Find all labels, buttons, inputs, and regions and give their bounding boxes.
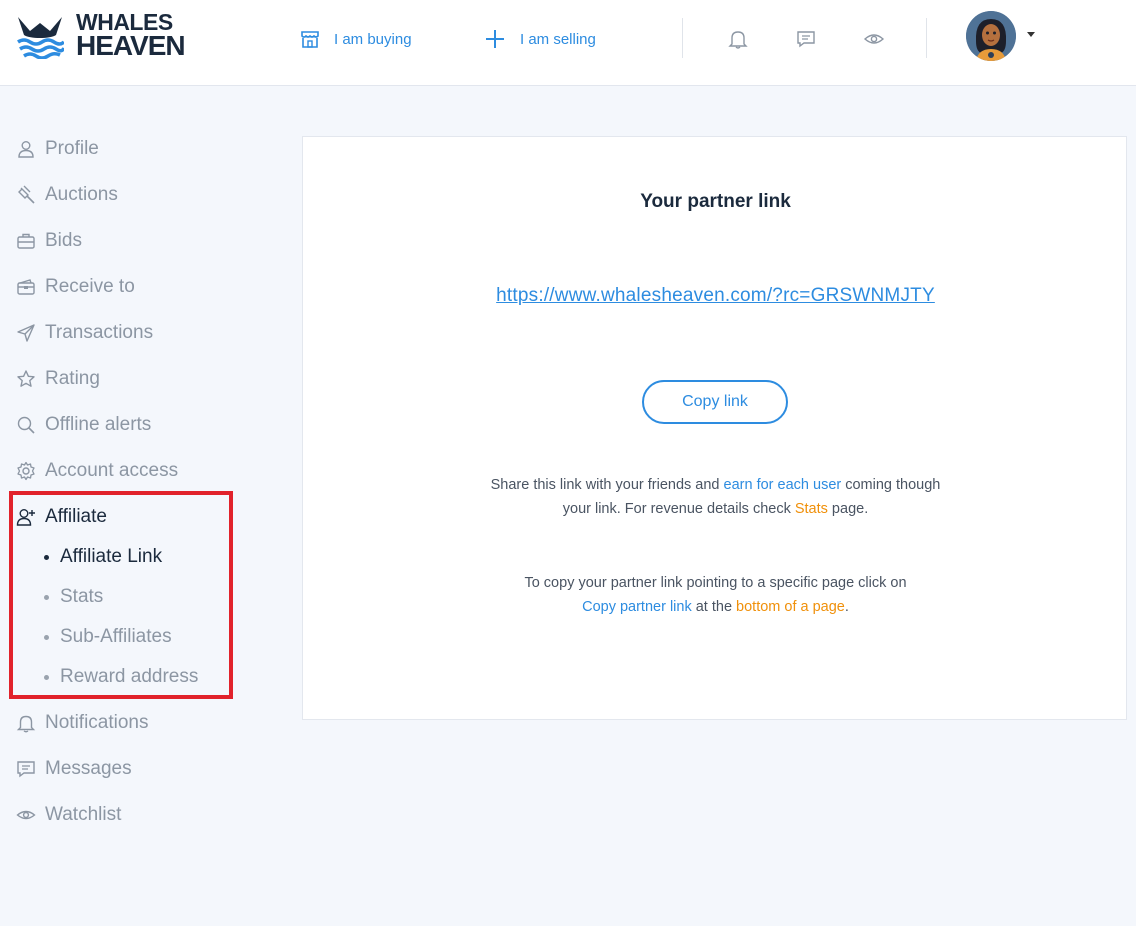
whale-logo-icon <box>17 16 64 59</box>
header-divider <box>682 18 683 58</box>
paper-plane-icon <box>17 324 35 342</box>
chat-icon[interactable] <box>795 28 817 50</box>
sidebar-item-auctions[interactable]: Auctions <box>16 180 118 210</box>
info-text: . <box>844 599 849 615</box>
affiliate-highlight-box <box>9 491 233 699</box>
i-am-buying-button[interactable]: I am buying <box>300 24 412 54</box>
partner-link[interactable]: https://www.whalesheaven.com/?rc=GRSWNMJ… <box>496 285 935 306</box>
sidebar-item-label: Notifications <box>45 712 149 733</box>
copy-partner-link-link[interactable]: Copy partner link <box>582 599 692 615</box>
partner-link-card: Your partner link https://www.whalesheav… <box>302 136 1127 720</box>
info-text: Share this link with your friends and <box>490 477 724 493</box>
top-header: WHALES HEAVEN I am buying I am selling <box>0 0 1136 86</box>
sidebar-item-messages[interactable]: Messages <box>16 754 132 784</box>
search-icon <box>17 416 35 434</box>
info-text: your link. For revenue details check <box>562 501 795 517</box>
gear-icon <box>17 461 35 481</box>
briefcase-icon <box>17 233 35 249</box>
sidebar-item-label: Watchlist <box>45 804 122 825</box>
bell-icon <box>16 715 36 733</box>
logo-text: WHALES HEAVEN <box>76 11 186 61</box>
sidebar-item-label: Rating <box>45 368 100 389</box>
sidebar-item-notifications[interactable]: Notifications <box>16 708 149 738</box>
user-avatar[interactable] <box>966 11 1016 61</box>
sidebar-item-label: Transactions <box>45 322 154 343</box>
plus-icon <box>486 30 504 48</box>
buy-label: I am buying <box>334 30 412 48</box>
i-am-selling-button[interactable]: I am selling <box>484 24 596 54</box>
gavel-icon <box>18 185 35 204</box>
stats-link[interactable]: Stats <box>795 501 828 517</box>
sidebar-item-profile[interactable]: Profile <box>16 134 99 164</box>
chat-icon <box>17 761 35 778</box>
wallet-icon <box>17 279 35 295</box>
logo[interactable]: WHALES HEAVEN <box>16 11 186 61</box>
bell-icon[interactable] <box>727 28 749 50</box>
page-title: Your partner link <box>640 191 791 212</box>
sidebar-item-label: Auctions <box>45 184 118 205</box>
sidebar-item-bids[interactable]: Bids <box>16 226 82 256</box>
sidebar-item-account-access[interactable]: Account access <box>16 456 178 486</box>
sidebar-item-receive-to[interactable]: Receive to <box>16 272 135 302</box>
partner-link-row: https://www.whalesheaven.com/?rc=GRSWNMJ… <box>303 285 1128 307</box>
sidebar-item-watchlist[interactable]: Watchlist <box>16 800 121 830</box>
user-icon <box>18 141 34 158</box>
earn-for-each-user-link[interactable]: earn for each user <box>724 477 842 493</box>
sidebar-item-label: Messages <box>45 758 132 779</box>
eye-icon[interactable] <box>863 28 885 50</box>
copy-link-button[interactable]: Copy link <box>642 380 788 424</box>
sidebar-item-transactions[interactable]: Transactions <box>16 318 153 348</box>
bottom-of-page-link[interactable]: bottom of a page <box>736 599 845 615</box>
share-info-text: Share this link with your friends and ea… <box>303 473 1128 521</box>
sidebar-item-rating[interactable]: Rating <box>16 364 100 394</box>
logo-line2: HEAVEN <box>76 30 186 61</box>
sidebar-item-offline-alerts[interactable]: Offline alerts <box>16 410 151 440</box>
info-text: at the <box>691 599 737 615</box>
info-text: coming though <box>841 477 941 493</box>
info-text: To copy your partner link pointing to a … <box>524 575 907 591</box>
profile-dropdown-caret[interactable] <box>1027 32 1035 37</box>
info-text: page. <box>827 501 869 517</box>
store-icon <box>301 31 319 48</box>
avatar-image <box>966 11 1016 61</box>
header-divider <box>926 18 927 58</box>
eye-icon <box>16 810 36 820</box>
sidebar-item-label: Account access <box>45 460 179 481</box>
sidebar-item-label: Offline alerts <box>45 414 152 435</box>
sidebar-item-label: Profile <box>45 138 99 159</box>
sell-label: I am selling <box>520 30 596 48</box>
copy-info-text: To copy your partner link pointing to a … <box>303 571 1128 619</box>
star-icon <box>17 370 35 387</box>
sidebar-item-label: Receive to <box>45 276 135 297</box>
sidebar-item-label: Bids <box>45 230 82 251</box>
